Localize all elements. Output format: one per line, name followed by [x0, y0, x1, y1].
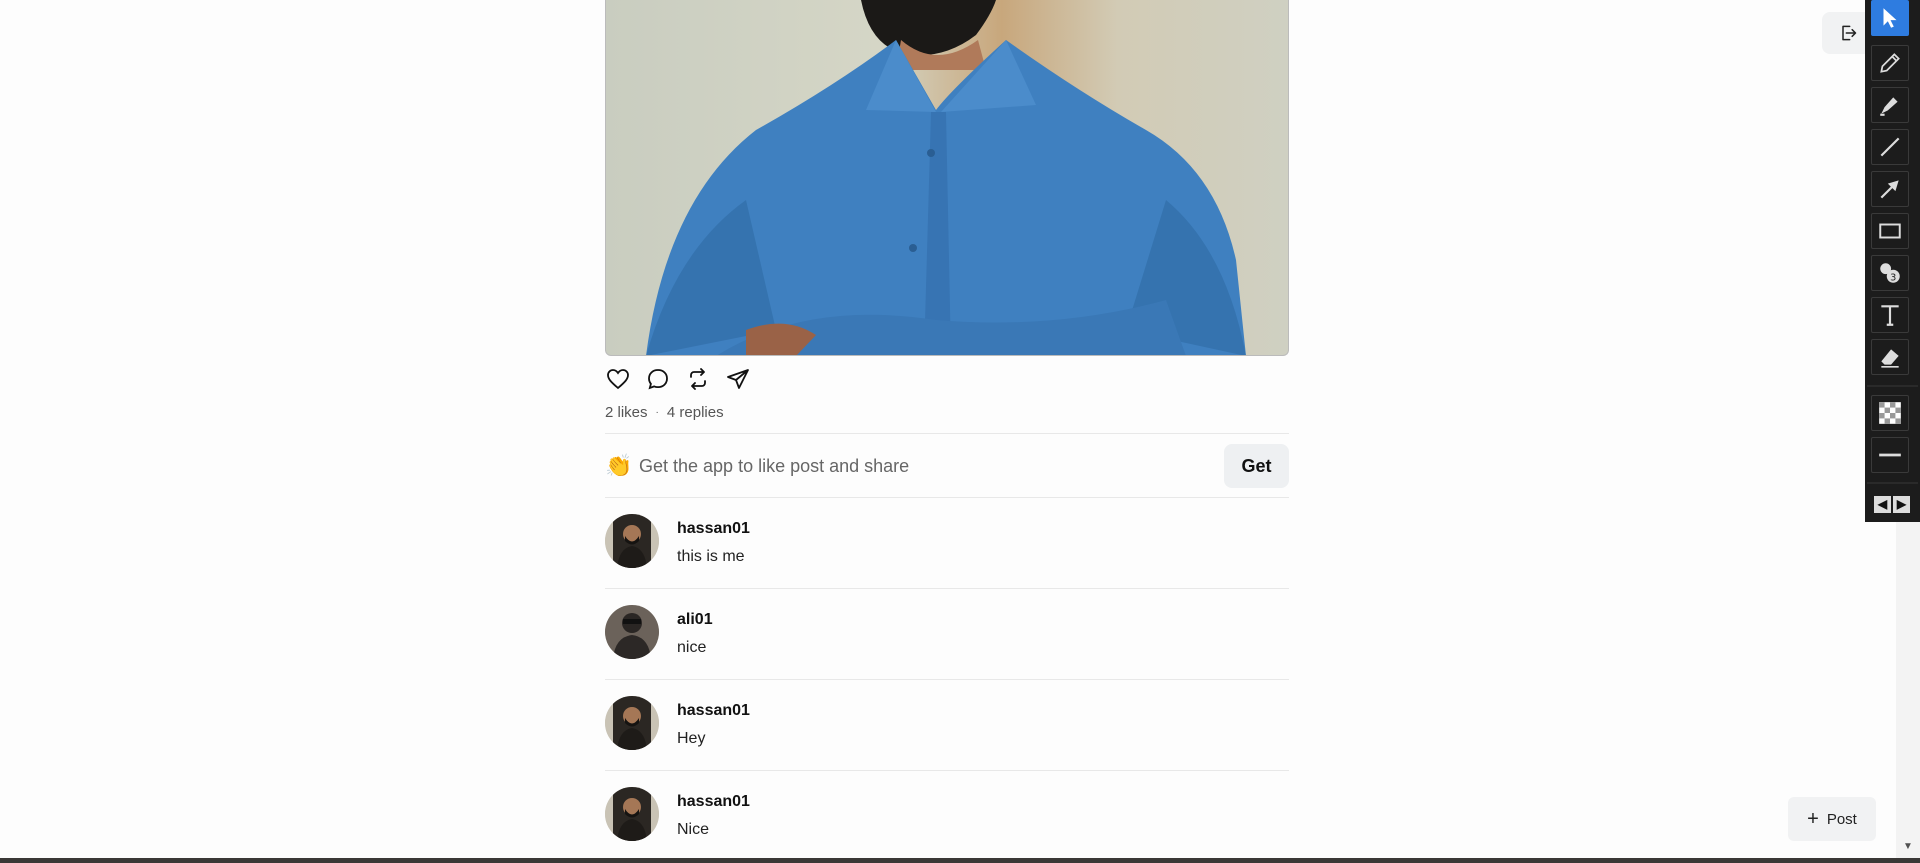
- avatar[interactable]: [605, 787, 659, 841]
- avatar[interactable]: [605, 514, 659, 568]
- get-app-message: Get the app to like post and share: [639, 455, 910, 476]
- repost-icon[interactable]: [685, 366, 711, 392]
- replies-count[interactable]: 4 replies: [667, 404, 724, 421]
- heart-icon[interactable]: [605, 366, 631, 392]
- reply-text: this is me: [677, 548, 745, 565]
- new-post-button[interactable]: + Post: [1788, 797, 1876, 841]
- transparency-icon[interactable]: [1871, 395, 1909, 431]
- toolbar-separator: [1867, 385, 1918, 387]
- get-app-button[interactable]: Get: [1224, 444, 1289, 488]
- counter-icon[interactable]: 3: [1871, 255, 1909, 291]
- stats-separator: ·: [655, 407, 659, 418]
- reply-username[interactable]: hassan01: [677, 520, 750, 538]
- plus-icon: +: [1807, 808, 1819, 830]
- logout-icon: [1842, 25, 1857, 41]
- avatar[interactable]: [605, 605, 659, 659]
- reply-text: Nice: [677, 821, 710, 838]
- reply-text: Hey: [677, 730, 706, 747]
- divider: [605, 433, 1289, 434]
- avatar[interactable]: [605, 696, 659, 750]
- text-icon[interactable]: [1871, 297, 1909, 333]
- post-image[interactable]: [605, 0, 1289, 356]
- new-post-label: Post: [1826, 810, 1857, 828]
- pencil-icon[interactable]: [1871, 45, 1909, 81]
- highlighter-icon[interactable]: [1871, 87, 1909, 123]
- line-width-icon[interactable]: [1871, 437, 1909, 473]
- reply-username[interactable]: hassan01: [677, 793, 750, 811]
- post-stats: 2 likes · 4 replies: [605, 404, 724, 421]
- rectangle-icon[interactable]: [1871, 213, 1909, 249]
- line-icon[interactable]: [1871, 129, 1909, 165]
- toolbar-separator: [1867, 482, 1918, 484]
- scrollbar[interactable]: [1896, 522, 1920, 858]
- likes-count[interactable]: 2 likes: [605, 404, 648, 421]
- reply-item[interactable]: hassan01 Nice: [605, 771, 1289, 862]
- svg-text:3: 3: [1890, 273, 1896, 284]
- annotation-toolbar: 3 ◀ ▶: [1865, 0, 1920, 522]
- reply-username[interactable]: ali01: [677, 611, 713, 629]
- select-icon[interactable]: [1871, 0, 1909, 36]
- clap-icon: 👏: [605, 453, 633, 478]
- comment-icon[interactable]: [645, 366, 671, 392]
- post-image-drawing: [646, 0, 1246, 355]
- move-arrows-icon[interactable]: ◀ ▶: [1869, 492, 1915, 516]
- reply-username[interactable]: hassan01: [677, 702, 750, 720]
- reply-item[interactable]: hassan01 Hey: [605, 680, 1289, 771]
- post-actions: [605, 366, 751, 392]
- reply-text: nice: [677, 639, 707, 656]
- taskbar-edge: [0, 858, 1920, 863]
- reply-item[interactable]: ali01 nice: [605, 589, 1289, 680]
- reply-item[interactable]: hassan01 this is me: [605, 498, 1289, 589]
- eraser-icon[interactable]: [1871, 339, 1909, 375]
- arrow-icon[interactable]: [1871, 171, 1909, 207]
- scroll-down-arrow-icon[interactable]: ▼: [1900, 838, 1916, 854]
- get-app-banner: 👏 Get the app to like post and share Get: [605, 444, 1289, 488]
- page: 2 likes · 4 replies 👏 Get the app to lik…: [0, 0, 1920, 863]
- share-icon[interactable]: [725, 366, 751, 392]
